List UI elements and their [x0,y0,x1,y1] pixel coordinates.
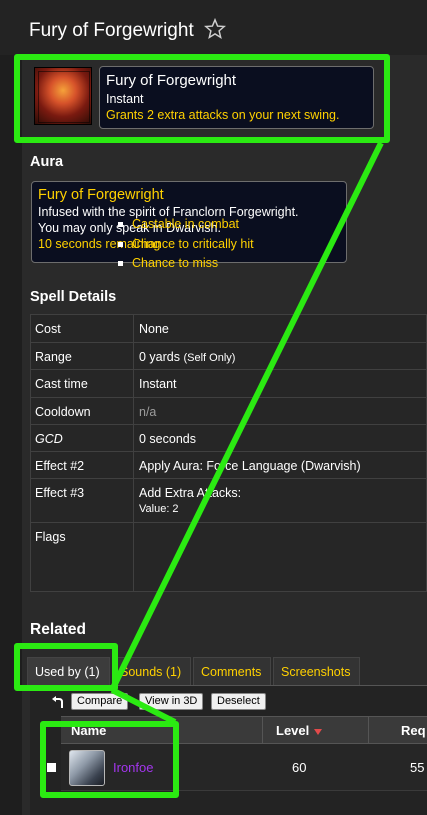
range-value: 0 yards [139,350,180,364]
sort-desc-icon [314,728,323,735]
detail-value[interactable]: Apply Aura: Force Language (Dwarvish) [139,459,361,473]
aura-heading: Aura [30,154,64,170]
detail-row-cost: Cost None [31,315,427,343]
detail-label: Range [31,343,134,369]
detail-row-flags: Flags [31,523,427,591]
page-title: Fury of Forgewright [29,20,194,41]
range-note: (Self Only) [183,352,236,364]
detail-label: Flags [31,523,134,591]
detail-value: n/a [139,405,157,419]
detail-value: 0 seconds [139,432,196,446]
detail-row-effect-3: Effect #3 Add Extra Attacks: Value: 2 [31,479,427,523]
effect-3-value[interactable]: Add Extra Attacks: [139,486,241,500]
flag-item: Chance to critically hit [118,235,254,255]
detail-value: None [139,322,169,336]
detail-row-effect-2: Effect #2 Apply Aura: Force Language (Dw… [31,452,427,479]
detail-row-gcd: GCD 0 seconds [31,425,427,452]
related-heading: Related [30,621,86,638]
item-level: 60 [292,760,307,775]
flag-item: Castable in combat [118,215,254,235]
compare-button[interactable]: Compare [71,693,129,710]
detail-label[interactable]: GCD [31,425,134,451]
tab-comments[interactable]: Comments [193,657,271,686]
col-level-label: Level [276,723,310,738]
tab-screenshots[interactable]: Screenshots [273,657,360,686]
view-in-3d-button[interactable]: View in 3D [139,693,204,710]
detail-label: Cost [31,315,134,342]
detail-value: 0 yards (Self Only) [139,350,235,364]
deselect-button[interactable]: Deselect [211,693,266,710]
detail-row-cooldown: Cooldown n/a [31,398,427,425]
detail-label: Cooldown [31,398,134,424]
spell-details-table: Cost None Range 0 yards (Self Only) Cast… [30,314,427,592]
effect-3-sub: Value: 2 [139,503,179,515]
col-req[interactable]: Req [401,723,426,738]
detail-label: Effect #2 [31,452,134,478]
col-divider [368,717,369,743]
col-divider [262,717,263,743]
callout-item-box [40,721,179,798]
detail-label: Cast time [31,370,134,397]
aura-name: Fury of Forgewright [38,187,164,203]
detail-value: Instant [139,377,177,391]
callout-spell-box [14,54,390,143]
detail-row-range: Range 0 yards (Self Only) [31,343,427,370]
col-level[interactable]: Level [276,723,323,738]
item-req: 55 [410,760,425,775]
detail-row-cast-time: Cast time Instant [31,370,427,398]
star-icon[interactable] [204,18,226,40]
flags-list: Castable in combat Chance to critically … [118,215,254,274]
detail-value: Add Extra Attacks: Value: 2 [139,486,241,515]
back-arrow-icon[interactable] [49,694,65,710]
flag-item: Chance to miss [118,254,254,274]
tab-sounds[interactable]: Sounds (1) [112,657,191,686]
callout-used-by-box [14,643,118,691]
spell-details-heading: Spell Details [30,289,117,305]
detail-label: Effect #3 [31,479,134,522]
